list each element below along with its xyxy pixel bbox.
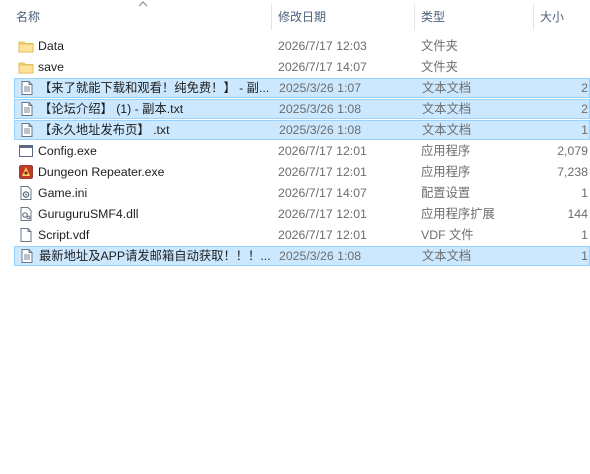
file-type: 应用程序 <box>421 165 471 179</box>
config-file-icon <box>20 186 32 200</box>
file-size <box>534 36 588 56</box>
file-size <box>534 57 588 77</box>
column-header-size[interactable]: 大小 <box>534 0 590 34</box>
file-row[interactable]: 最新地址及APP请发邮箱自动获取！！！... 2025/3/26 1:08 文本文档… <box>14 246 590 266</box>
file-row[interactable]: Dungeon Repeater.exe 2026/7/17 12:01 应用程序 7… <box>14 162 590 182</box>
file-name: Data <box>38 39 64 53</box>
file-name: 最新地址及APP请发邮箱自动获取！！！... <box>39 249 271 263</box>
file-name: Config.exe <box>38 144 97 158</box>
column-header-date[interactable]: 修改日期 <box>272 0 414 34</box>
file-type: 文本文档 <box>422 249 472 263</box>
file-row[interactable]: 【永久地址发布页】 .txt 2025/3/26 1:08 文本文档 1 <box>14 120 590 140</box>
file-type: 应用程序扩展 <box>421 207 495 221</box>
file-type: 文件夹 <box>421 60 458 74</box>
file-name: Script.vdf <box>38 228 90 242</box>
file-date: 2026/7/17 12:03 <box>278 39 367 53</box>
file-size: 144 <box>567 207 588 221</box>
file-row[interactable]: Script.vdf 2026/7/17 12:01 VDF 文件 1 <box>14 225 590 245</box>
file-type: 文本文档 <box>422 102 472 116</box>
file-row[interactable]: GuruguruSMF4.dll 2026/7/17 12:01 应用程序扩展 144 <box>14 204 590 224</box>
file-size: 1 <box>581 123 588 137</box>
file-date: 2025/3/26 1:07 <box>279 81 362 95</box>
file-date: 2025/3/26 1:08 <box>279 102 362 116</box>
file-size: 1 <box>581 228 588 242</box>
file-size: 2 <box>581 102 588 116</box>
file-date: 2026/7/17 14:07 <box>278 186 367 200</box>
file-date: 2026/7/17 12:01 <box>278 165 367 179</box>
chevron-up-icon <box>138 1 148 7</box>
file-date: 2025/3/26 1:08 <box>279 249 362 263</box>
file-date: 2026/7/17 12:01 <box>278 207 367 221</box>
file-date: 2026/7/17 12:01 <box>278 144 367 158</box>
file-type: 应用程序 <box>421 144 471 158</box>
file-date: 2025/3/26 1:08 <box>279 123 362 137</box>
file-size: 1 <box>581 186 588 200</box>
file-size: 2 <box>581 81 588 95</box>
file-size: 2,079 <box>557 144 588 158</box>
text-file-icon <box>21 81 33 95</box>
file-name: Dungeon Repeater.exe <box>38 165 165 179</box>
blank-file-icon <box>20 228 32 242</box>
folder-icon <box>18 62 34 74</box>
file-type: 文件夹 <box>421 39 458 53</box>
file-row[interactable]: save 2026/7/17 14:07 文件夹 <box>14 57 590 77</box>
file-type: VDF 文件 <box>421 228 474 242</box>
file-type: 文本文档 <box>422 81 472 95</box>
file-name: Game.ini <box>38 186 88 200</box>
file-size: 1 <box>581 249 588 263</box>
file-date: 2026/7/17 12:01 <box>278 228 367 242</box>
file-row[interactable]: Data 2026/7/17 12:03 文件夹 <box>14 36 590 56</box>
text-file-icon <box>21 249 33 263</box>
folder-icon <box>18 41 34 53</box>
file-row[interactable]: 【论坛介绍】 (1) - 副本.txt 2025/3/26 1:08 文本文档 2 <box>14 99 590 119</box>
file-row[interactable]: 【来了就能下载和观看！纯免费！】 - 副... 2025/3/26 1:07 文本文… <box>14 78 590 98</box>
file-type: 配置设置 <box>421 186 471 200</box>
column-header-bar: 名称 修改日期 类型 大小 <box>0 0 590 34</box>
text-file-icon <box>21 123 33 137</box>
file-row[interactable]: Config.exe 2026/7/17 12:01 应用程序 2,079 <box>14 141 590 161</box>
file-size: 7,238 <box>557 165 588 179</box>
file-name: 【来了就能下载和观看！纯免费！】 - 副... <box>39 81 270 95</box>
file-type: 文本文档 <box>422 123 472 137</box>
file-date: 2026/7/17 14:07 <box>278 60 367 74</box>
file-row[interactable]: Game.ini 2026/7/17 14:07 配置设置 1 <box>14 183 590 203</box>
file-name: GuruguruSMF4.dll <box>38 207 139 221</box>
game-app-icon <box>19 165 33 179</box>
column-header-type[interactable]: 类型 <box>415 0 533 34</box>
app-window-icon <box>19 145 33 157</box>
file-name: save <box>38 60 64 74</box>
file-name: 【论坛介绍】 (1) - 副本.txt <box>39 102 184 116</box>
file-name: 【永久地址发布页】 .txt <box>39 123 170 137</box>
text-file-icon <box>21 102 33 116</box>
dll-file-icon <box>20 207 32 221</box>
